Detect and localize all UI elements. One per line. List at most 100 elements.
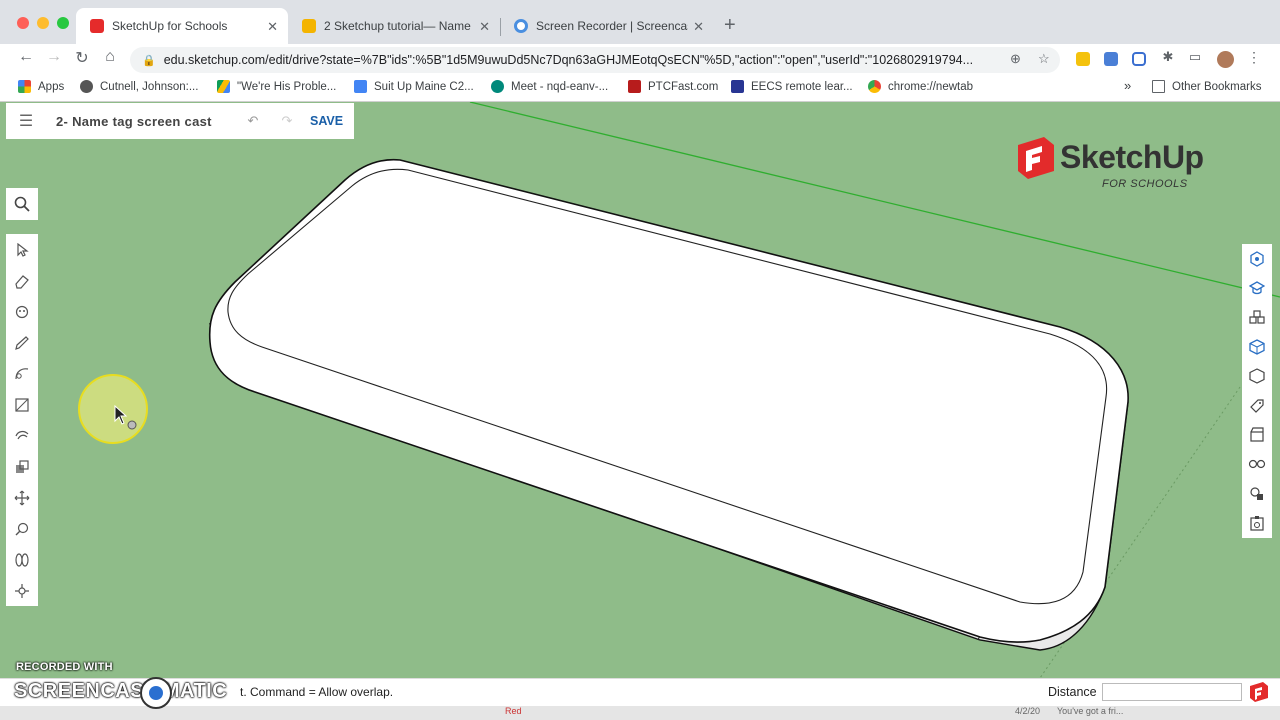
apps-grid-icon	[18, 80, 31, 93]
entity-info-panel-button[interactable]	[1242, 509, 1272, 538]
rectangle-icon	[15, 397, 29, 412]
screen: SketchUp for Schools ✕ 2 Sketchup tutori…	[0, 0, 1280, 720]
tab-title: Screen Recorder | Screencast	[536, 19, 688, 33]
bookmark-cutnell[interactable]: Cutnell, Johnson:...	[80, 80, 198, 93]
scenes-panel-button[interactable]	[1242, 420, 1272, 449]
pencil-tool[interactable]	[6, 327, 38, 358]
tab-title: 2 Sketchup tutorial— Name ta	[324, 19, 474, 33]
background-date: 4/2/20	[1015, 706, 1041, 716]
select-tool[interactable]	[6, 234, 38, 265]
tags-icon	[1250, 399, 1264, 413]
tab-close-icon[interactable]: ✕	[693, 19, 704, 35]
back-arrow-icon[interactable]: ←	[15, 48, 37, 66]
window-minimize-button[interactable]	[37, 17, 49, 29]
rotate-tool[interactable]	[6, 513, 38, 544]
lock-icon: 🔒	[142, 54, 156, 67]
extension-icon[interactable]	[1076, 52, 1090, 66]
calendar-extension-icon[interactable]	[1104, 52, 1118, 66]
tags-panel-button[interactable]	[1242, 391, 1272, 420]
styles-icon	[1249, 281, 1265, 295]
shield-extension-icon[interactable]	[1132, 52, 1146, 66]
bookmarks-bar: Apps Cutnell, Johnson:... "We're His Pro…	[0, 74, 1280, 102]
bookmark-star-icon[interactable]: ☆	[1038, 51, 1050, 67]
model-title[interactable]: 2- Name tag screen cast	[56, 114, 236, 129]
tab-sketchup-for-schools[interactable]: SketchUp for Schools ✕	[76, 8, 288, 44]
menu-kebab-icon[interactable]: ⋮	[1243, 49, 1265, 66]
bookmark-newtab[interactable]: chrome://newtab	[868, 80, 973, 93]
paint-bucket-tool[interactable]	[6, 296, 38, 327]
select-icon	[17, 242, 29, 257]
background-label: Red	[505, 706, 522, 716]
forward-arrow-icon[interactable]: →	[43, 48, 65, 66]
bookmark-other[interactable]: Other Bookmarks	[1152, 80, 1261, 93]
tab-close-icon[interactable]: ✕	[267, 19, 278, 35]
rectangle-tool[interactable]	[6, 389, 38, 420]
styles-panel-button[interactable]	[1242, 273, 1272, 302]
profile-avatar[interactable]	[1217, 51, 1234, 68]
cast-icon[interactable]: ▭	[1184, 49, 1206, 65]
display-panel-button[interactable]	[1242, 450, 1272, 479]
window-close-button[interactable]	[17, 17, 29, 29]
move-tool[interactable]	[6, 482, 38, 513]
bookmark-ptcfast[interactable]: PTCFast.com	[628, 80, 718, 93]
extensions-puzzle-icon[interactable]: ✱	[1157, 49, 1179, 65]
home-icon[interactable]: ⌂	[99, 48, 121, 66]
add-icon[interactable]: ⊕	[1010, 51, 1021, 67]
screencast-matic-watermark: SCREENCAST MATIC	[14, 680, 228, 702]
orbit-tool[interactable]	[6, 544, 38, 575]
search-tool-button[interactable]	[6, 188, 38, 220]
push-pull-tool[interactable]	[6, 451, 38, 482]
bookmark-label: chrome://newtab	[888, 80, 974, 93]
tab-close-icon[interactable]: ✕	[479, 19, 490, 35]
solar-panel-button[interactable]	[1242, 479, 1272, 508]
bookmark-label: PTCFast.com	[648, 80, 719, 93]
docs-icon	[354, 80, 367, 93]
redo-icon[interactable]: ↷	[270, 113, 304, 129]
materials-icon	[1249, 339, 1265, 355]
recorded-with-watermark: RECORDED WITH	[16, 661, 113, 673]
undo-icon[interactable]: ↶	[236, 113, 270, 129]
name-tag-top-face	[208, 158, 1129, 643]
display-glasses-icon	[1248, 460, 1266, 469]
entity-info-icon	[1250, 516, 1264, 531]
solar-icon	[1250, 487, 1263, 500]
components-panel-button[interactable]	[1242, 303, 1272, 332]
left-toolbar	[6, 234, 38, 606]
new-tab-button[interactable]: +	[724, 14, 736, 37]
sketchup-small-logo-icon[interactable]	[1248, 682, 1270, 702]
pan-tool[interactable]	[6, 575, 38, 606]
background-window-strip: Red 4/2/20 You've got a fri...	[0, 706, 1280, 720]
save-button[interactable]: SAVE	[310, 114, 343, 128]
drive-icon	[217, 80, 230, 93]
offset-tool[interactable]	[6, 420, 38, 451]
distance-input[interactable]	[1102, 683, 1242, 701]
slides-favicon-icon	[302, 19, 316, 33]
materials-panel-button[interactable]	[1242, 332, 1272, 361]
bookmark-suit-up[interactable]: Suit Up Maine C2...	[354, 80, 474, 93]
address-bar[interactable]: 🔒 edu.sketchup.com/edit/drive?state=%7B"…	[130, 47, 1060, 73]
bookmark-meet[interactable]: Meet - nqd-eanv-...	[491, 80, 608, 93]
bookmark-his-problem[interactable]: "We're His Proble...	[217, 80, 336, 93]
mouse-cursor-icon	[114, 404, 137, 430]
window-maximize-button[interactable]	[57, 17, 69, 29]
chrome-icon	[868, 80, 881, 93]
bookmark-eecs[interactable]: EECS remote lear...	[731, 80, 853, 93]
status-message: t. Command = Allow overlap.	[240, 685, 394, 699]
tape-measure-tool[interactable]	[6, 358, 38, 389]
bookmark-label: EECS remote lear...	[751, 80, 853, 93]
background-snippet: You've got a fri...	[1057, 706, 1124, 716]
instructor-panel-button[interactable]	[1242, 244, 1272, 273]
eraser-tool[interactable]	[6, 265, 38, 296]
tab-screen-recorder[interactable]: Screen Recorder | Screencast ✕	[500, 8, 714, 44]
bookmark-apps[interactable]: Apps	[18, 80, 64, 93]
orbit-icon	[15, 552, 29, 567]
bookmark-label: Meet - nqd-eanv-...	[511, 80, 609, 93]
search-icon	[14, 196, 30, 212]
hamburger-menu-icon[interactable]: ☰	[6, 111, 46, 131]
tab-sketchup-tutorial[interactable]: 2 Sketchup tutorial— Name ta ✕	[288, 8, 500, 44]
move-icon	[14, 490, 30, 505]
sketchup-favicon-icon	[90, 19, 104, 33]
outliner-panel-button[interactable]	[1242, 362, 1272, 391]
bookmarks-overflow-icon[interactable]: »	[1124, 78, 1131, 93]
reload-icon[interactable]: ↻	[71, 48, 93, 68]
